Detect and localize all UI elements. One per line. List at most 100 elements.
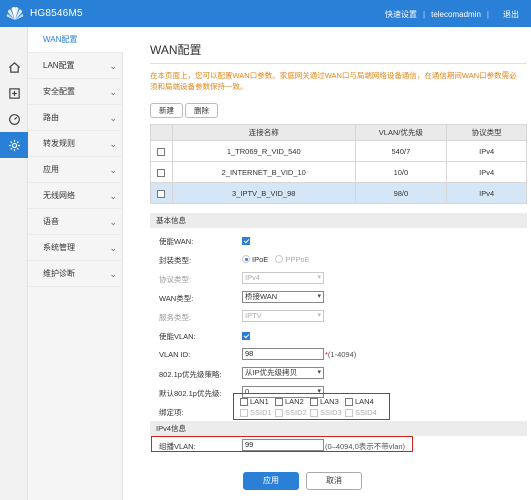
bind-checkbox[interactable]	[310, 409, 318, 418]
bind-option-lan3[interactable]: LAN3	[310, 397, 339, 407]
cancel-button[interactable]: 取消	[306, 472, 362, 490]
bind-option-lan1[interactable]: LAN1	[240, 397, 269, 407]
sidebar-item-forwarding[interactable]: 转发规则 ⌄	[28, 131, 123, 157]
chevron-down-icon: ▾	[317, 293, 321, 300]
encap-ipoe-radio[interactable]	[242, 255, 250, 264]
wan-table: 连接名称 VLAN/优先级 协议类型 1_TR069_R_VID_540 540…	[150, 124, 527, 204]
multicast-vlan-input[interactable]: 99	[242, 439, 324, 451]
chevron-down-icon: ⌄	[109, 269, 117, 279]
sidebar-item-label: LAN配置	[43, 61, 75, 70]
vlan-id-label: VLAN ID:	[159, 350, 191, 359]
huawei-logo-icon	[6, 6, 24, 21]
column-header: 连接名称	[171, 124, 356, 141]
vlan-priority: 540/7	[354, 140, 448, 162]
bind-option-ssid2[interactable]: SSID2	[275, 408, 307, 418]
bind-checkbox[interactable]	[345, 409, 353, 418]
home-nav-button[interactable]	[0, 54, 28, 80]
sidebar-item-security[interactable]: 安全配置 ⌄	[28, 79, 123, 105]
chevron-down-icon: ⌄	[109, 243, 117, 253]
protocol-type-select[interactable]: IPv4 ▾	[242, 272, 324, 284]
vlan-id-input[interactable]: 98	[242, 348, 324, 360]
sidebar-item-wan-config[interactable]: WAN配置	[28, 27, 123, 53]
chevron-down-icon: ▾	[317, 274, 321, 281]
bind-checkbox[interactable]	[345, 398, 353, 407]
bind-option-lan2[interactable]: LAN2	[275, 397, 304, 407]
enable-vlan-checkbox[interactable]	[242, 332, 250, 341]
priority-policy-select[interactable]: 从IP优先级拷贝 ▾	[242, 367, 324, 379]
status-nav-button[interactable]	[0, 106, 28, 132]
bind-checkbox[interactable]	[240, 409, 248, 418]
sidebar-item-label: 无线网络	[43, 191, 75, 200]
bind-option-label: SSID4	[355, 408, 377, 417]
priority-policy-label: 802.1p优先级策略:	[159, 370, 222, 379]
bind-checkbox[interactable]	[275, 398, 283, 407]
encap-ipoe-label: IPoE	[252, 254, 269, 264]
table-row[interactable]: 1_TR069_R_VID_540 540/7 IPv4	[150, 140, 527, 162]
sidebar-item-wireless[interactable]: 无线网络 ⌄	[28, 183, 123, 209]
page-notice: 在本页面上，您可以配置WAN口参数。家庭网关通过WAN口与局端网络设备通信，在通…	[150, 71, 517, 91]
sidebar-item-label: 应用	[43, 165, 59, 174]
row-checkbox[interactable]	[157, 189, 166, 198]
chevron-down-icon: ⌄	[109, 217, 117, 227]
row-checkbox[interactable]	[157, 147, 166, 156]
add-nav-button[interactable]	[0, 80, 28, 106]
chevron-down-icon: ⌄	[109, 165, 117, 175]
bind-checkbox[interactable]	[310, 398, 318, 407]
enable-wan-label: 使能WAN:	[159, 237, 194, 246]
protocol-type: IPv4	[446, 161, 527, 183]
sidebar-item-voice[interactable]: 语音 ⌄	[28, 209, 123, 235]
row-checkbox[interactable]	[157, 168, 166, 177]
bind-option-label: SSID2	[285, 408, 307, 417]
main-content: WAN配置 在本页面上，您可以配置WAN口参数。家庭网关通过WAN口与局端网络设…	[123, 27, 531, 500]
bind-option-label: LAN2	[285, 397, 304, 406]
divider: |	[486, 10, 489, 19]
sidebar-item-label: 系统管理	[43, 243, 75, 252]
exit-link[interactable]: 退出	[503, 9, 519, 20]
chevron-down-icon: ▾	[317, 369, 321, 376]
table-header-row: 连接名称 VLAN/优先级 协议类型	[150, 124, 527, 141]
service-type-value: IPTV	[245, 311, 262, 320]
select-all-header	[150, 124, 173, 141]
vlan-id-hint: *(1-4094)	[325, 350, 356, 359]
chevron-down-icon: ⌄	[109, 61, 117, 71]
home-icon	[8, 61, 20, 73]
bind-checkbox[interactable]	[240, 398, 248, 407]
bind-option-lan4[interactable]: LAN4	[345, 397, 374, 407]
encap-pppoe-label: PPPoE	[285, 254, 310, 264]
table-row[interactable]: 2_INTERNET_B_VID_10 10/0 IPv4	[150, 161, 527, 183]
encap-pppoe-radio[interactable]	[275, 255, 284, 264]
bind-option-label: LAN3	[320, 397, 339, 406]
sidebar-item-label: 语音	[43, 217, 59, 226]
sidebar-item-lan-config[interactable]: LAN配置 ⌄	[28, 53, 123, 79]
gauge-icon	[8, 113, 20, 125]
divider: |	[423, 10, 426, 19]
bind-option-ssid4[interactable]: SSID4	[345, 408, 377, 418]
sidebar-item-routing[interactable]: 路由 ⌄	[28, 105, 123, 131]
settings-nav-button[interactable]	[0, 132, 28, 158]
page-title: WAN配置	[150, 43, 202, 57]
sidebar-item-label: 维护诊断	[43, 269, 75, 278]
sidebar-item-diagnostics[interactable]: 维护诊断 ⌄	[28, 261, 123, 287]
column-header: 协议类型	[446, 124, 527, 141]
bind-option-ssid1[interactable]: SSID1	[240, 408, 272, 418]
add-box-icon	[8, 87, 20, 99]
table-row-selected[interactable]: 3_IPTV_B_VID_98 98/0 IPv4	[150, 182, 527, 204]
new-button[interactable]: 新建	[150, 103, 183, 118]
service-type-label: 服务类型:	[159, 313, 192, 322]
bind-option-label: LAN4	[355, 397, 374, 406]
protocol-type-label: 协议类型:	[159, 275, 192, 284]
delete-button[interactable]: 删除	[185, 103, 218, 118]
priority-policy-value: 从IP优先级拷贝	[245, 368, 298, 377]
bind-option-ssid3[interactable]: SSID3	[310, 408, 342, 418]
quick-setup-link[interactable]: 快速设置	[385, 9, 417, 20]
enable-wan-checkbox[interactable]	[242, 237, 250, 246]
sidebar-item-system[interactable]: 系统管理 ⌄	[28, 235, 123, 261]
top-right-links: 快速设置 | telecomadmin | 退出	[385, 9, 519, 20]
binding-label: 绑定项:	[159, 408, 184, 417]
sidebar-item-application[interactable]: 应用 ⌄	[28, 157, 123, 183]
wan-type-select[interactable]: 桥接WAN ▾	[242, 291, 324, 303]
multicast-vlan-hint: (0–4094,0表示不带vlan)	[325, 442, 406, 451]
bind-checkbox[interactable]	[275, 409, 283, 418]
apply-button[interactable]: 应用	[243, 472, 299, 490]
service-type-select[interactable]: IPTV ▾	[242, 310, 324, 322]
